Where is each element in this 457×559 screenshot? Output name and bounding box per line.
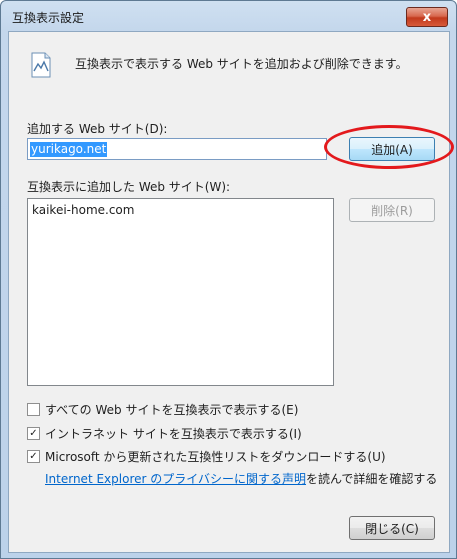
dialog-body: 互換表示で表示する Web サイトを追加および削除できます。 追加する Web … (8, 31, 454, 553)
option-label: Microsoft から更新された互換性リストをダウンロードする(U) (45, 450, 386, 464)
close-button[interactable]: 閉じる(C) (349, 516, 435, 540)
annotation-circle (324, 125, 454, 169)
privacy-row: Internet Explorer のプライバシーに関する声明を読んで詳細を確認… (45, 470, 437, 487)
checkbox[interactable]: ✓ (27, 427, 40, 440)
info-text: 互換表示で表示する Web サイトを追加および削除できます。 (75, 57, 408, 71)
check-icon: ✓ (29, 450, 38, 462)
title-bar[interactable]: 互換表示設定 x (1, 1, 456, 31)
checkbox[interactable] (27, 403, 40, 416)
option-label: すべての Web サイトを互換表示で表示する(E) (45, 403, 299, 417)
option-download-list[interactable]: ✓ Microsoft から更新された互換性リストをダウンロードする(U) (27, 448, 386, 465)
option-all-sites[interactable]: すべての Web サイトを互換表示で表示する(E) (27, 401, 298, 418)
option-label: イントラネット サイトを互換表示で表示する(I) (45, 427, 302, 441)
check-icon: ✓ (29, 427, 38, 439)
window-title: 互換表示設定 (12, 11, 85, 25)
document-icon (31, 52, 51, 78)
option-intranet[interactable]: ✓ イントラネット サイトを互換表示で表示する(I) (27, 425, 302, 442)
privacy-link[interactable]: Internet Explorer のプライバシーに関する声明 (45, 472, 306, 486)
add-site-input-value: yurikago.net (30, 142, 108, 157)
close-icon: x (422, 9, 432, 25)
dialog-window: 互換表示設定 x 互換表示で表示する Web サイトを追加および削除できます。 … (0, 0, 457, 559)
checkbox[interactable]: ✓ (27, 450, 40, 463)
remove-button[interactable]: 削除(R) (349, 198, 435, 222)
list-item[interactable]: kaikei-home.com (32, 203, 134, 217)
privacy-suffix: を読んで詳細を確認する (306, 472, 438, 486)
site-list-label: 互換表示に追加した Web サイト(W): (27, 180, 231, 194)
window-close-button[interactable]: x (406, 7, 448, 27)
add-site-input[interactable]: yurikago.net (27, 138, 327, 160)
add-site-label: 追加する Web サイト(D): (27, 122, 168, 136)
site-list[interactable]: kaikei-home.com (27, 198, 334, 386)
